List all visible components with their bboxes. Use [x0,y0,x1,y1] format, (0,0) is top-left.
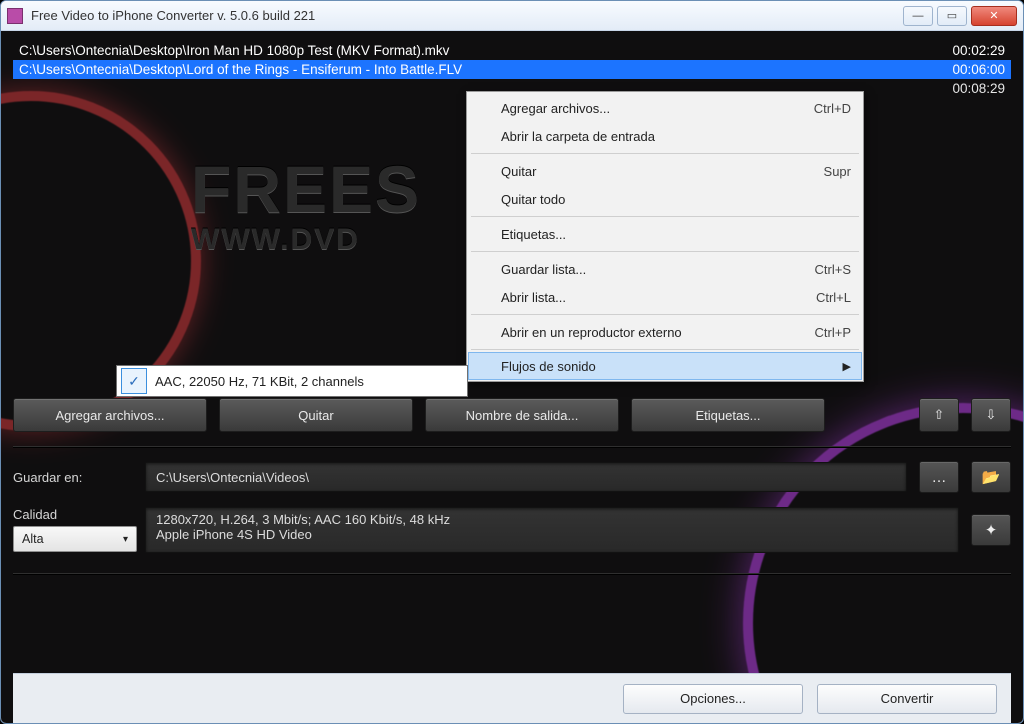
menu-add-files[interactable]: Agregar archivos... Ctrl+D [469,94,861,122]
folder-open-icon: 📂 [982,468,1001,486]
preset-field[interactable]: 1280x720, H.264, 3 Mbit/s; AAC 160 Kbit/… [145,507,959,553]
options-button[interactable]: Opciones... [623,684,803,714]
file-path: C:\Users\Ontecnia\Desktop\Iron Man HD 10… [19,43,925,58]
chevron-down-icon: ▾ [123,534,128,545]
open-folder-button[interactable]: 📂 [971,461,1011,493]
preset-line1: 1280x720, H.264, 3 Mbit/s; AAC 160 Kbit/… [156,512,948,527]
context-menu[interactable]: Agregar archivos... Ctrl+D Abrir la carp… [466,91,864,382]
file-path: C:\Users\Ontecnia\Desktop\Lord of the Ri… [19,62,925,77]
toolbar: Agregar archivos... Quitar Nombre de sal… [13,398,1011,432]
total-duration: 00:08:29 [925,81,1005,96]
menu-separator [471,314,859,315]
menu-save-list[interactable]: Guardar lista... Ctrl+S [469,255,861,283]
menu-tags[interactable]: Etiquetas... [469,220,861,248]
ellipsis-icon: … [932,469,947,486]
quality-select[interactable]: Alta▾ [13,526,137,552]
browse-button[interactable]: … [919,461,959,493]
wand-icon: ✦ [985,521,998,539]
menu-open-input-folder[interactable]: Abrir la carpeta de entrada [469,122,861,150]
remove-button[interactable]: Quitar [219,398,413,432]
menu-remove-all[interactable]: Quitar todo [469,185,861,213]
convert-button[interactable]: Convertir [817,684,997,714]
menu-separator [471,349,859,350]
audio-stream-submenu[interactable]: ✓ AAC, 22050 Hz, 71 KBit, 2 channels [116,365,468,397]
submenu-arrow-icon: ▶ [843,360,851,373]
move-up-button[interactable]: ⇧ [919,398,959,432]
file-list[interactable]: C:\Users\Ontecnia\Desktop\Iron Man HD 10… [13,41,1011,98]
app-icon [7,8,23,24]
menu-separator [471,216,859,217]
preset-line2: Apple iPhone 4S HD Video [156,527,948,542]
save-in-row: Guardar en: C:\Users\Ontecnia\Videos\ … … [13,461,1011,493]
move-down-button[interactable]: ⇩ [971,398,1011,432]
menu-open-external[interactable]: Abrir en un reproductor externo Ctrl+P [469,318,861,346]
menu-remove[interactable]: Quitar Supr [469,157,861,185]
menu-separator [471,153,859,154]
minimize-button[interactable]: — [903,6,933,26]
titlebar[interactable]: Free Video to iPhone Converter v. 5.0.6 … [1,1,1023,31]
tags-button[interactable]: Etiquetas... [631,398,825,432]
divider [13,573,1011,574]
save-in-label: Guardar en: [13,470,133,485]
menu-open-list[interactable]: Abrir lista... Ctrl+L [469,283,861,311]
quality-row: Calidad Alta▾ 1280x720, H.264, 3 Mbit/s;… [13,507,1011,553]
audio-stream-option[interactable]: AAC, 22050 Hz, 71 KBit, 2 channels [155,374,364,389]
window-frame: Free Video to iPhone Converter v. 5.0.6 … [0,0,1024,724]
file-duration: 00:02:29 [925,43,1005,58]
window-title: Free Video to iPhone Converter v. 5.0.6 … [31,8,903,23]
menu-audio-streams[interactable]: Flujos de sonido ▶ [468,352,862,380]
quality-label: Calidad [13,507,133,522]
arrow-down-icon: ⇩ [986,407,997,423]
divider [13,446,1011,447]
footer: Opciones... Convertir [13,673,1011,723]
file-row[interactable]: C:\Users\Ontecnia\Desktop\Iron Man HD 10… [13,41,1011,60]
file-duration: 00:06:00 [925,62,1005,77]
file-row-selected[interactable]: C:\Users\Ontecnia\Desktop\Lord of the Ri… [13,60,1011,79]
output-name-button[interactable]: Nombre de salida... [425,398,619,432]
preset-wizard-button[interactable]: ✦ [971,514,1011,546]
maximize-button[interactable]: ▭ [937,6,967,26]
add-files-button[interactable]: Agregar archivos... [13,398,207,432]
save-in-field[interactable]: C:\Users\Ontecnia\Videos\ [145,462,907,492]
watermark: FREES WWW.DVD [191,151,421,257]
arrow-up-icon: ⇧ [934,407,945,423]
app-body: FREES WWW.DVD C:\Users\Ontecnia\Desktop\… [1,31,1023,723]
check-icon: ✓ [121,368,147,394]
close-button[interactable]: ✕ [971,6,1017,26]
menu-separator [471,251,859,252]
